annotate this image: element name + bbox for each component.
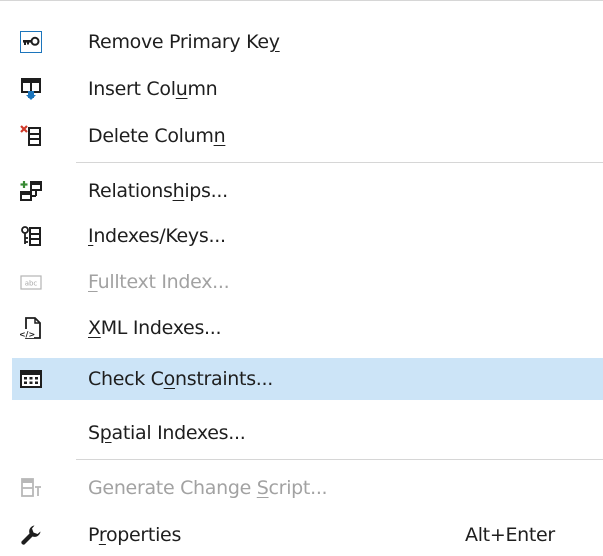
menu-item-delete-column[interactable]: Delete Column	[0, 116, 603, 156]
relationships-icon	[20, 181, 42, 201]
menu-item-label: Indexes/Keys...	[88, 225, 226, 247]
menu-item-label: Properties	[88, 524, 182, 546]
menu-top-border	[0, 0, 603, 1]
menu-item-label: Check Constraints...	[88, 368, 274, 390]
xml-indexes-icon: </>	[20, 317, 41, 339]
delete-column-icon	[20, 125, 41, 146]
menu-separator	[76, 459, 603, 460]
menu-item-generate-change-script: Generate Change Script...	[0, 468, 603, 508]
svg-text:</>: </>	[20, 330, 35, 339]
insert-column-icon	[21, 78, 41, 100]
menu-item-label: Delete Column	[88, 125, 226, 147]
menu-item-properties[interactable]: Properties Alt+Enter	[0, 515, 603, 555]
menu-item-label: XML Indexes...	[88, 317, 222, 339]
menu-item-label: Generate Change Script...	[88, 477, 328, 499]
menu-item-label: Fulltext Index...	[88, 271, 230, 293]
fulltext-index-icon: abc	[20, 275, 42, 290]
menu-item-label: Spatial Indexes...	[88, 422, 246, 444]
menu-item-insert-column[interactable]: Insert Column	[0, 69, 603, 109]
svg-text:abc: abc	[25, 280, 38, 288]
menu-separator	[76, 162, 603, 163]
menu-item-xml-indexes[interactable]: </> XML Indexes...	[0, 308, 603, 348]
menu-item-shortcut: Alt+Enter	[465, 524, 555, 546]
menu-item-label: Relationships...	[88, 180, 228, 202]
menu-item-remove-primary-key[interactable]: Remove Primary Key	[0, 22, 603, 62]
key-icon	[20, 31, 42, 53]
indexes-keys-icon	[21, 226, 41, 246]
menu-item-relationships[interactable]: Relationships...	[0, 171, 603, 211]
menu-item-label: Insert Column	[88, 78, 218, 100]
menu-item-check-constraints[interactable]: Check Constraints...	[12, 358, 603, 400]
wrench-icon	[21, 525, 41, 545]
menu-item-fulltext-index: abc Fulltext Index...	[0, 262, 603, 302]
menu-item-indexes-keys[interactable]: Indexes/Keys...	[0, 216, 603, 256]
menu-item-spatial-indexes[interactable]: Spatial Indexes...	[0, 413, 603, 453]
menu-item-label: Remove Primary Key	[88, 31, 280, 53]
check-constraints-icon	[20, 370, 42, 388]
context-menu: Remove Primary Key Insert Column Delete …	[0, 0, 603, 556]
generate-script-icon	[21, 478, 41, 497]
